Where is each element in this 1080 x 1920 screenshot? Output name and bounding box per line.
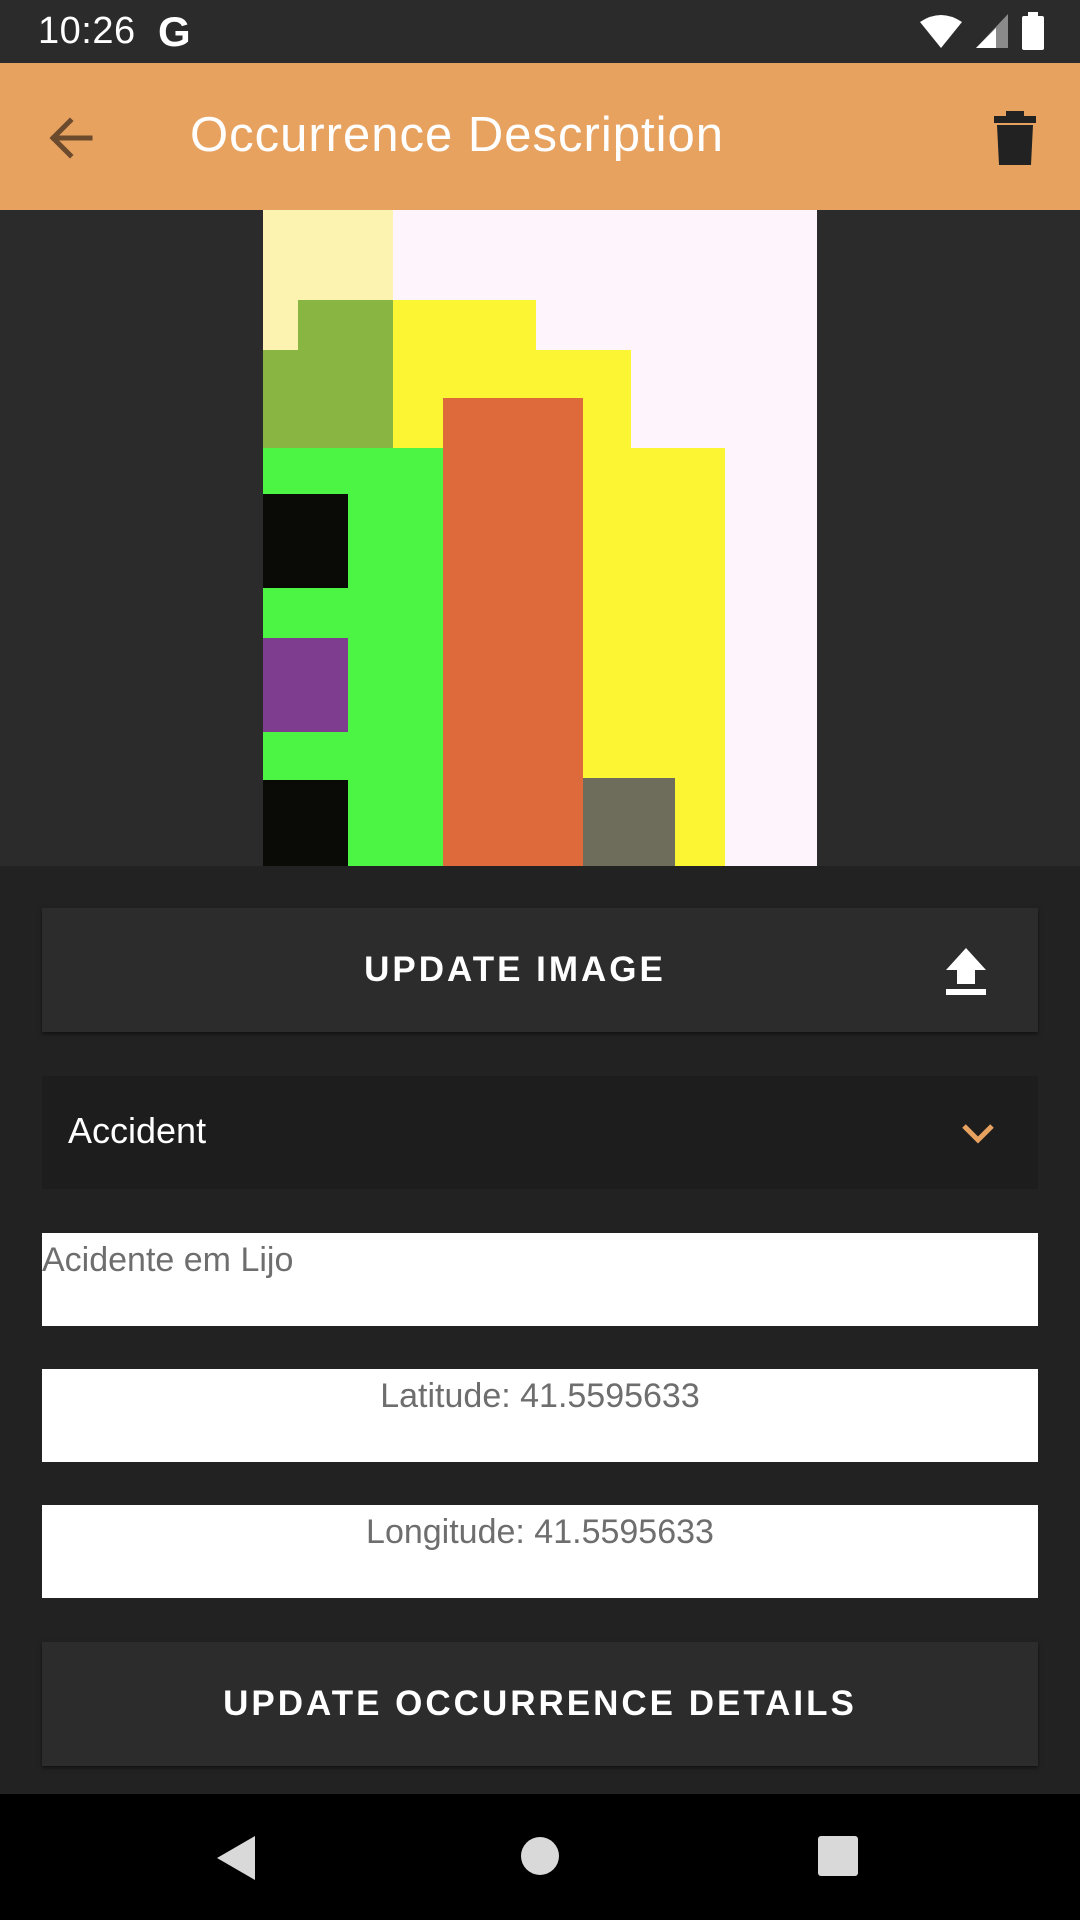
delete-button[interactable] — [980, 103, 1050, 173]
longitude-value: Longitude: 41.5595633 — [366, 1513, 714, 1551]
arrow-back-icon — [49, 117, 93, 159]
trash-icon — [994, 111, 1036, 165]
occurrence-type-select[interactable]: Accident — [42, 1076, 1038, 1189]
occurrence-type-value: Accident — [68, 1110, 207, 1151]
signal-icon — [976, 14, 1008, 48]
longitude-field[interactable]: Longitude: 41.5595633 — [42, 1505, 1038, 1598]
chevron-down-icon — [962, 1124, 994, 1144]
description-value: Acidente em Lijo — [42, 1241, 294, 1279]
upload-icon — [946, 948, 986, 995]
battery-icon — [1022, 12, 1044, 50]
image-area — [0, 210, 1080, 866]
description-field[interactable]: Acidente em Lijo — [42, 1233, 1038, 1326]
google-icon: G — [158, 8, 191, 55]
update-image-button[interactable]: UPDATE IMAGE — [42, 908, 1038, 1032]
page-title: Occurrence Description — [190, 108, 724, 162]
back-button[interactable] — [36, 103, 106, 173]
system-nav-bar — [0, 1794, 1080, 1920]
occurrence-image[interactable] — [263, 210, 817, 866]
update-occurrence-details-button[interactable]: UPDATE OCCURRENCE DETAILS — [42, 1642, 1038, 1766]
update-image-label: UPDATE IMAGE — [364, 950, 666, 989]
nav-home-icon[interactable] — [520, 1836, 560, 1876]
latitude-value: Latitude: 41.5595633 — [380, 1377, 700, 1415]
wifi-icon — [920, 15, 962, 48]
app-bar: Occurrence Description — [0, 63, 1080, 210]
update-details-label: UPDATE OCCURRENCE DETAILS — [223, 1684, 857, 1723]
nav-recents-icon[interactable] — [818, 1836, 858, 1876]
status-icons — [920, 12, 1044, 50]
status-time: 10:26 — [38, 10, 136, 52]
latitude-field[interactable]: Latitude: 41.5595633 — [42, 1369, 1038, 1462]
nav-back-icon[interactable] — [215, 1834, 259, 1882]
status-bar: 10:26 G — [0, 0, 1080, 63]
form-area: UPDATE IMAGE Accident Acidente em Lijo L… — [0, 866, 1080, 1794]
